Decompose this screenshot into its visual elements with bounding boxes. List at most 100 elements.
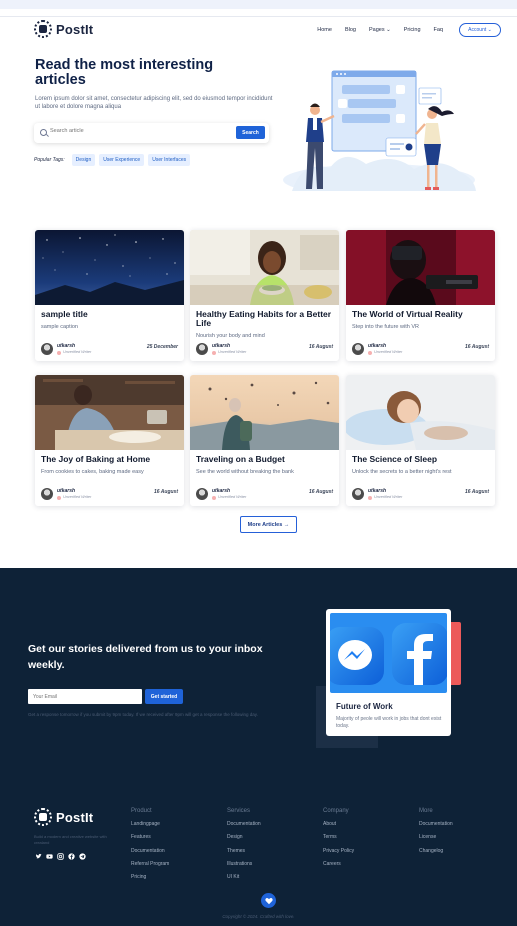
article-title[interactable]: sample title: [41, 310, 179, 319]
article-card[interactable]: The Joy of Baking at Home From cookies t…: [35, 375, 184, 506]
article-title[interactable]: Traveling on a Budget: [196, 455, 334, 464]
article-image: [35, 375, 184, 450]
feature-card-description: Majority of peole will work in jobs that…: [336, 716, 442, 729]
nav-blog[interactable]: Blog: [345, 27, 356, 33]
article-author: utkarsh Unverified Writer: [41, 488, 91, 500]
heart-icon[interactable]: [261, 893, 276, 908]
footer-link[interactable]: Themes: [227, 848, 261, 854]
instagram-icon[interactable]: [57, 853, 64, 860]
footer-column-heading: Product: [131, 808, 152, 814]
avatar: [196, 343, 208, 355]
newsletter-note: Get a response tomorrow if you submit by…: [28, 712, 258, 717]
copyright: Copyright © 2024. Crafted with love.: [222, 914, 295, 919]
article-date: 25 December: [146, 344, 178, 350]
footer-link[interactable]: Privacy Policy: [323, 848, 354, 854]
article-caption: Unlock the secrets to a better night's r…: [352, 469, 452, 475]
tag-design[interactable]: Design: [71, 154, 96, 166]
article-image: [190, 230, 339, 305]
search-bar: Search: [34, 123, 269, 143]
hero-title: Read the most interesting articles: [35, 57, 214, 88]
tag-user-interfaces[interactable]: User Interfaces: [148, 154, 191, 166]
footer-column-heading: Company: [323, 808, 349, 814]
footer-description: Build a modern and creative website with…: [34, 834, 107, 845]
tag-user-experience[interactable]: User Experience: [99, 154, 145, 166]
footer-link[interactable]: Documentation: [131, 848, 169, 854]
author-name: utkarsh: [368, 342, 387, 349]
article-image: [346, 230, 495, 305]
nav-pricing[interactable]: Pricing: [404, 27, 421, 33]
feature-card-image: [330, 613, 447, 693]
nav-pages[interactable]: Pages ⌄: [369, 27, 391, 33]
facebook-icon[interactable]: [68, 853, 75, 860]
footer-column-more: More Documentation License Changelog: [419, 808, 453, 861]
footer-column-product: Product Landingpage Features Documentati…: [131, 808, 169, 887]
footer-link[interactable]: Illustrations: [227, 861, 261, 867]
article-title[interactable]: The Joy of Baking at Home: [41, 455, 179, 464]
footer-link[interactable]: Documentation: [227, 821, 261, 827]
article-card[interactable]: Healthy Eating Habits for a Better Life …: [190, 230, 339, 361]
article-card[interactable]: sample title sample caption utkarsh Unve…: [35, 230, 184, 361]
footer-link[interactable]: Design: [227, 834, 261, 840]
article-author: utkarsh Unverified Writer: [352, 488, 402, 500]
unverified-icon: [212, 350, 216, 355]
popular-tags: Popular Tags: Design User Experience Use…: [34, 154, 191, 166]
account-button[interactable]: Account ⌄: [459, 23, 501, 37]
article-title[interactable]: The World of Virtual Reality: [352, 310, 490, 319]
article-image: [346, 375, 495, 450]
author-name: utkarsh: [212, 342, 231, 349]
footer-logo[interactable]: PostIt: [34, 808, 93, 826]
feature-card[interactable]: Future of Work Majority of peole will wo…: [326, 609, 451, 736]
footer-link[interactable]: License: [419, 834, 453, 840]
author-name: utkarsh: [57, 342, 76, 349]
article-title[interactable]: Healthy Eating Habits for a Better Life: [196, 310, 334, 327]
feature-card-title[interactable]: Future of Work: [336, 702, 393, 711]
article-card[interactable]: Traveling on a Budget See the world with…: [190, 375, 339, 506]
footer-link[interactable]: Pricing: [131, 874, 169, 880]
article-author: utkarsh Unverified Writer: [41, 343, 91, 355]
article-caption: Step into the future with VR: [352, 324, 419, 330]
footer-link[interactable]: Documentation: [419, 821, 453, 827]
youtube-icon[interactable]: [46, 853, 53, 860]
article-author: utkarsh Unverified Writer: [196, 343, 246, 355]
footer-link[interactable]: Landingpage: [131, 821, 169, 827]
nav-faq[interactable]: Faq: [434, 27, 443, 33]
footer-link[interactable]: Features: [131, 834, 169, 840]
footer-brand-name: PostIt: [56, 809, 94, 825]
article-author: utkarsh Unverified Writer: [352, 343, 402, 355]
main-nav: Home Blog Pages ⌄ Pricing Faq: [317, 27, 443, 33]
footer-link[interactable]: About: [323, 821, 354, 827]
search-input[interactable]: [50, 128, 230, 134]
hero-description: Lorem ipsum dolor sit amet, consectetur …: [35, 96, 273, 110]
article-title[interactable]: The Science of Sleep: [352, 455, 490, 464]
footer-link[interactable]: Changelog: [419, 848, 453, 854]
footer-link[interactable]: Referral Program: [131, 861, 169, 867]
author-badge: Unverified Writer: [374, 349, 403, 354]
more-articles-button[interactable]: More Articles →: [240, 516, 297, 533]
newsletter-email-input[interactable]: [28, 689, 142, 704]
unverified-icon: [368, 350, 372, 355]
author-badge: Unverified Writer: [218, 494, 247, 499]
logo-icon: [34, 20, 52, 38]
footer-column-company: Company About Terms Privacy Policy Caree…: [323, 808, 354, 874]
nav-home[interactable]: Home: [317, 27, 332, 33]
brand-logo[interactable]: PostIt: [34, 20, 93, 38]
author-name: utkarsh: [57, 487, 76, 494]
telegram-icon[interactable]: [79, 853, 86, 860]
search-button[interactable]: Search: [236, 126, 265, 139]
site-header: PostIt Home Blog Pages ⌄ Pricing Faq Acc…: [0, 16, 517, 44]
article-date: 16 August: [154, 489, 178, 495]
footer-link[interactable]: Careers: [323, 861, 354, 867]
footer-column-heading: More: [419, 808, 433, 814]
article-caption: sample caption: [41, 324, 78, 330]
twitter-icon[interactable]: [35, 853, 42, 860]
article-caption: See the world without breaking the bank: [196, 469, 294, 475]
author-name: utkarsh: [368, 487, 387, 494]
article-card[interactable]: The Science of Sleep Unlock the secrets …: [346, 375, 495, 506]
article-image: [190, 375, 339, 450]
article-card[interactable]: The World of Virtual Reality Step into t…: [346, 230, 495, 361]
avatar: [196, 488, 208, 500]
footer-link[interactable]: UI Kit: [227, 874, 261, 880]
footer-link[interactable]: Terms: [323, 834, 354, 840]
article-image: [35, 230, 184, 305]
get-started-button[interactable]: Get started: [145, 689, 183, 704]
